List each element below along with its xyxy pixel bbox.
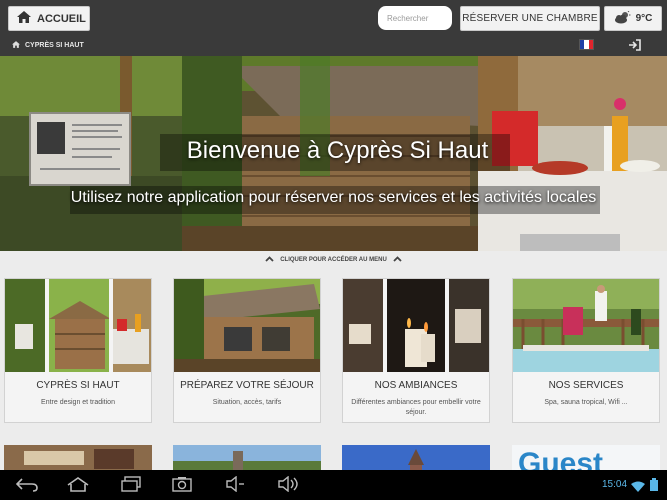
screen: ACCUEIL RÉSERVER UNE CHAMBRE 9°C	[0, 0, 667, 500]
card-title: CYPRÈS SI HAUT	[36, 380, 120, 391]
chevron-up-icon	[265, 256, 274, 264]
card-subtitle: Différentes ambiances pour embellir votr…	[351, 399, 481, 416]
cloud-sun-icon	[614, 9, 632, 27]
recent-apps-icon[interactable]	[120, 476, 142, 497]
weather-button[interactable]: 9°C	[604, 6, 662, 31]
wifi-icon	[631, 479, 645, 497]
battery-icon	[650, 478, 658, 496]
status-clock: 15:04	[602, 479, 628, 490]
login-icon[interactable]	[628, 38, 642, 56]
home-icon	[17, 11, 31, 26]
breadcrumb-current: CYPRÈS SI HAUT	[25, 42, 84, 49]
menu-hint-label: CLIQUER POUR ACCÉDER AU MENU	[280, 257, 387, 263]
card-image	[5, 279, 151, 372]
card-image	[174, 279, 320, 372]
card-cypres-si-haut[interactable]: CYPRÈS SI HAUT Entre design et tradition	[4, 278, 152, 423]
card-nos-ambiances[interactable]: NOS AMBIANCES Différentes ambiances pour…	[342, 278, 490, 423]
card-image	[343, 279, 489, 372]
card-grid: CYPRÈS SI HAUT Entre design et tradition…	[0, 269, 667, 475]
hero-title: Bienvenue à Cyprès Si Haut	[186, 137, 489, 164]
home-label: ACCUEIL	[37, 12, 86, 25]
home-icon	[12, 41, 20, 50]
card-title: NOS AMBIANCES	[374, 380, 458, 391]
search-input[interactable]	[378, 6, 452, 30]
card-preparez-votre-sejour[interactable]: PRÉPAREZ VOTRE SÉJOUR Situation, accès, …	[173, 278, 321, 423]
card-title: PRÉPAREZ VOTRE SÉJOUR	[180, 380, 314, 391]
breadcrumb-bar: CYPRÈS SI HAUT	[0, 36, 667, 56]
card-image	[513, 279, 659, 372]
reserve-label: RÉSERVER UNE CHAMBRE	[462, 13, 598, 24]
top-bar: ACCUEIL RÉSERVER UNE CHAMBRE 9°C	[0, 0, 667, 36]
hero-banner: Bienvenue à Cyprès Si Haut Utilisez notr…	[0, 56, 667, 251]
card-title: NOS SERVICES	[548, 380, 624, 391]
breadcrumb[interactable]: CYPRÈS SI HAUT	[12, 41, 84, 50]
card-subtitle: Situation, accès, tarifs	[212, 399, 282, 406]
card-subtitle: Entre design et tradition	[41, 399, 115, 406]
chevron-up-icon	[393, 256, 402, 264]
card-subtitle: Spa, sauna tropical, Wifi ...	[544, 399, 628, 406]
volume-up-icon[interactable]	[278, 475, 300, 497]
home-button[interactable]: ACCUEIL	[8, 6, 90, 31]
hero-subtitle: Utilisez notre application pour réserver…	[70, 189, 597, 206]
weather-temp: 9°C	[635, 13, 653, 24]
reserve-room-button[interactable]: RÉSERVER UNE CHAMBRE	[460, 6, 600, 31]
back-icon[interactable]	[15, 476, 38, 497]
french-flag-icon[interactable]	[579, 39, 594, 50]
system-nav-bar: 15:04	[0, 470, 667, 500]
home-icon[interactable]	[66, 476, 90, 497]
menu-toggle[interactable]: CLIQUER POUR ACCÉDER AU MENU	[0, 251, 667, 269]
volume-down-icon[interactable]	[226, 475, 246, 497]
camera-icon[interactable]	[172, 476, 192, 497]
card-nos-services[interactable]: NOS SERVICES Spa, sauna tropical, Wifi .…	[512, 278, 660, 423]
